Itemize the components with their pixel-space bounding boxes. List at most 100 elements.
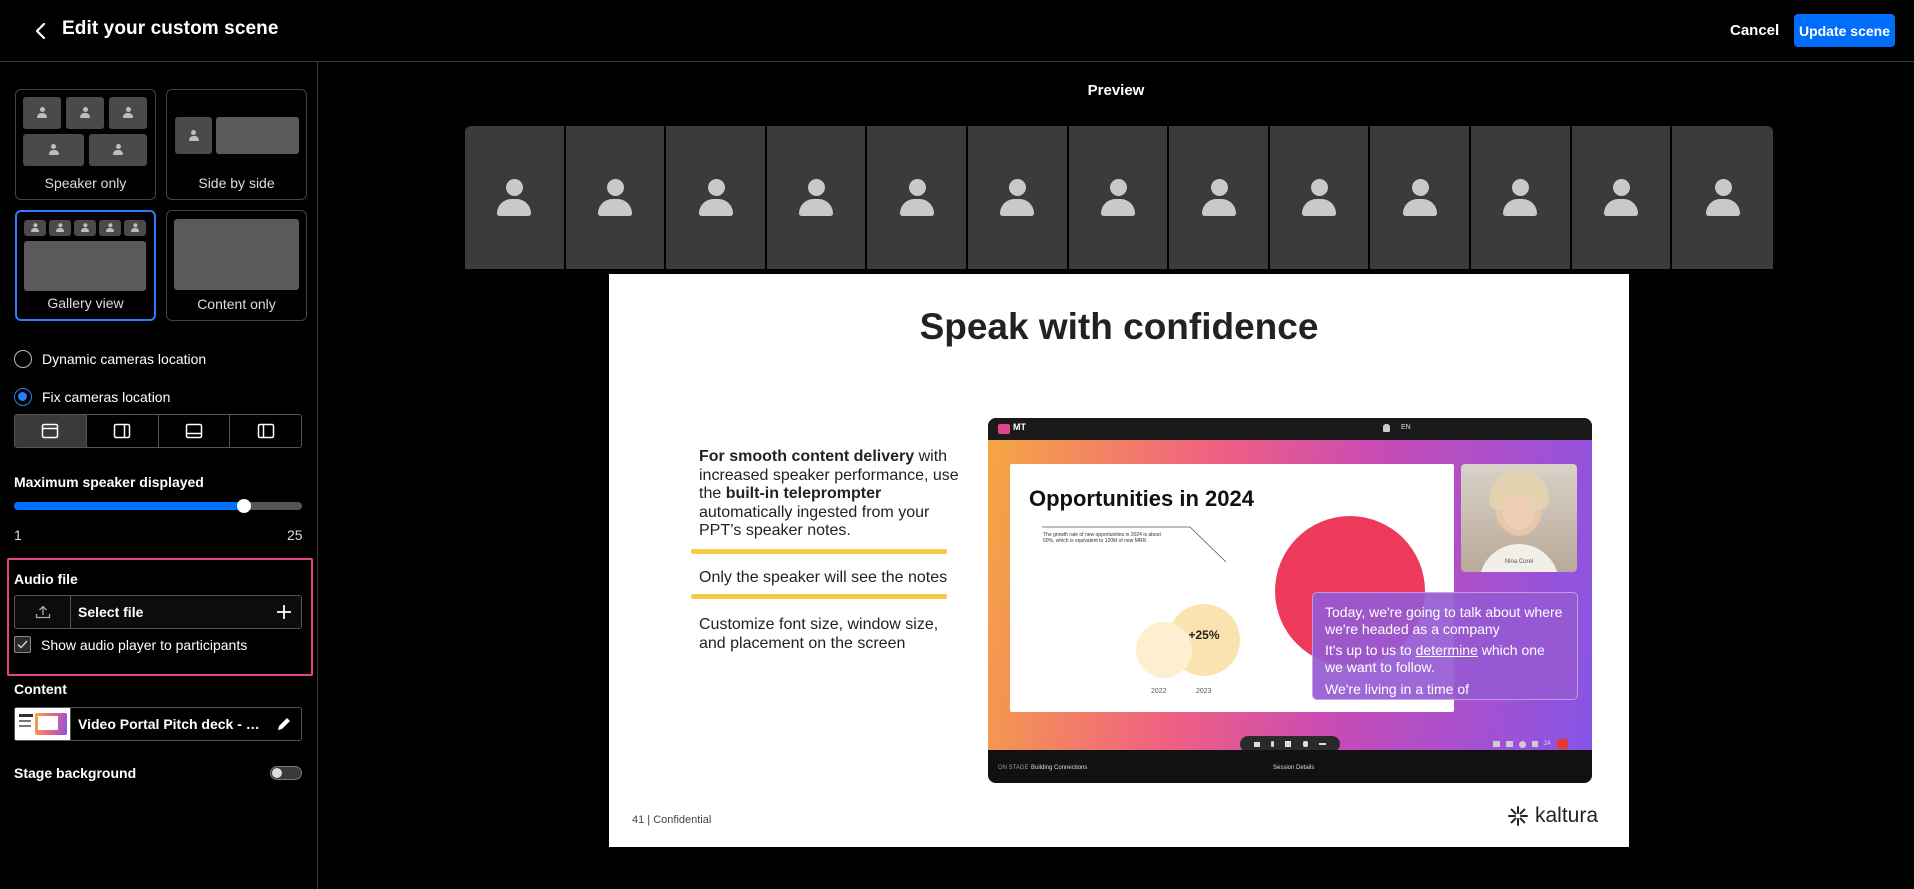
content-placeholder [174,219,299,290]
callout-line [1042,526,1227,563]
layout-bottom-icon [185,423,203,439]
camera-position-selector [14,414,302,448]
add-file-button[interactable] [267,596,301,628]
more-icon [1319,743,1327,745]
logo-text: kaltura [1535,804,1599,827]
brand-logo-icon [998,424,1010,434]
user-icon [1383,424,1390,432]
radio-button[interactable] [14,350,32,368]
on-stage-label: ON STAGE [998,765,1029,771]
person-icon [597,178,632,217]
slider-fill [14,502,245,510]
layout-speaker-only[interactable]: Speaker only [15,89,156,200]
app-bottom-bar: ON STAGE Building Connections Session De… [988,750,1592,783]
max-speaker-label: Maximum speaker displayed [14,474,204,490]
position-bottom-button[interactable] [159,415,231,447]
position-top-button[interactable] [15,415,87,447]
cancel-button[interactable]: Cancel [1726,18,1783,43]
slider-min-label: 1 [14,527,22,543]
bold-text: built-in teleprompter [725,485,882,502]
camera-tile [465,126,566,269]
presenter-face-front [1503,494,1535,530]
upload-icon [35,605,50,619]
select-file-label[interactable]: Select file [71,604,267,620]
person-icon [24,220,46,236]
bold-text: For smooth content delivery [699,448,915,465]
radio-button[interactable] [14,388,32,406]
content-placeholder [24,241,146,291]
layout-content-only[interactable]: Content only [166,210,307,321]
camera-tile [1269,126,1371,269]
underlined-text: determine [1415,642,1478,658]
show-audio-player-label: Show audio player to participants [41,636,248,653]
year-label: 2022 [1151,688,1167,695]
person-icon [1201,178,1236,217]
prompter-line: We're living in a time of [1325,681,1470,697]
session-details-link: Session Details [1273,765,1315,771]
audio-file-title: Audio file [14,571,78,587]
slide-paragraph-2: Only the speaker will see the notes [699,569,948,586]
camera-tile [1471,126,1572,269]
camera-tile [1370,126,1472,269]
layout-right-icon [113,423,131,439]
update-scene-button[interactable]: Update scene [1794,14,1895,47]
dynamic-cameras-option[interactable]: Dynamic cameras location [14,350,206,368]
content-file-name: Video Portal Pitch deck - Ma... [78,716,267,732]
content-title: Content [14,681,67,697]
show-audio-player-option[interactable]: Show audio player to participants [14,636,247,653]
layout-label: Side by side [198,175,275,191]
camera-strip [465,126,1773,269]
content-file-picker[interactable]: Video Portal Pitch deck - Ma... [14,707,302,741]
content-slide: Speak with confidence For smooth content… [609,274,1629,847]
slider-thumb[interactable] [237,499,252,513]
audio-file-picker[interactable]: Select file [14,595,302,629]
person-icon [1302,178,1337,217]
camera-tile [565,126,667,269]
fix-cameras-option[interactable]: Fix cameras location [14,388,170,406]
plus-icon [277,605,291,619]
camera-tile [1571,126,1673,269]
yellow-divider [691,549,947,554]
show-audio-player-checkbox[interactable] [14,636,31,653]
share-icon [1285,741,1292,747]
text: automatically ingested from your PPT’s s… [699,503,930,540]
person-icon [1503,178,1538,217]
person-icon [23,97,61,129]
person-icon [1604,178,1638,217]
check-icon [17,640,28,649]
edit-content-button[interactable] [267,708,301,740]
person-icon [175,117,212,154]
layout-side-by-side[interactable]: Side by side [166,89,307,200]
presenter-name: Nina Corel [1504,559,1534,565]
layout-label: Content only [197,296,276,312]
person-icon [23,134,84,166]
radio-label: Fix cameras location [42,389,171,405]
app-topbar: MT EN [988,418,1592,440]
camera-tile [1169,126,1270,269]
mic-icon [1271,741,1275,747]
person-icon [1000,178,1035,217]
camera-tile [968,126,1069,269]
back-button[interactable] [28,18,54,44]
grid-icon [1506,741,1513,747]
hand-icon [1302,741,1308,747]
person-icon [109,97,147,129]
chevron-left-icon [35,22,46,40]
radio-label: Dynamic cameras location [42,351,207,367]
position-right-button[interactable] [87,415,159,447]
layout-left-icon [257,423,274,439]
camera-tile [666,126,767,269]
prompter-line: It's up to us to determine which one we … [1325,642,1565,676]
stage-background-toggle[interactable] [270,766,302,780]
person-icon [1705,178,1740,217]
layout-gallery-view[interactable]: Gallery view [15,210,156,321]
small-bubble [1136,622,1192,678]
upload-button[interactable] [15,596,71,628]
app-tools: 24 [1493,739,1568,749]
max-speaker-slider[interactable] [14,499,302,513]
person-icon [74,220,96,236]
person-icon [124,220,146,236]
slide-footer: 41 | Confidential [632,814,712,826]
position-left-button[interactable] [230,415,301,447]
content-thumbnail [15,708,71,740]
